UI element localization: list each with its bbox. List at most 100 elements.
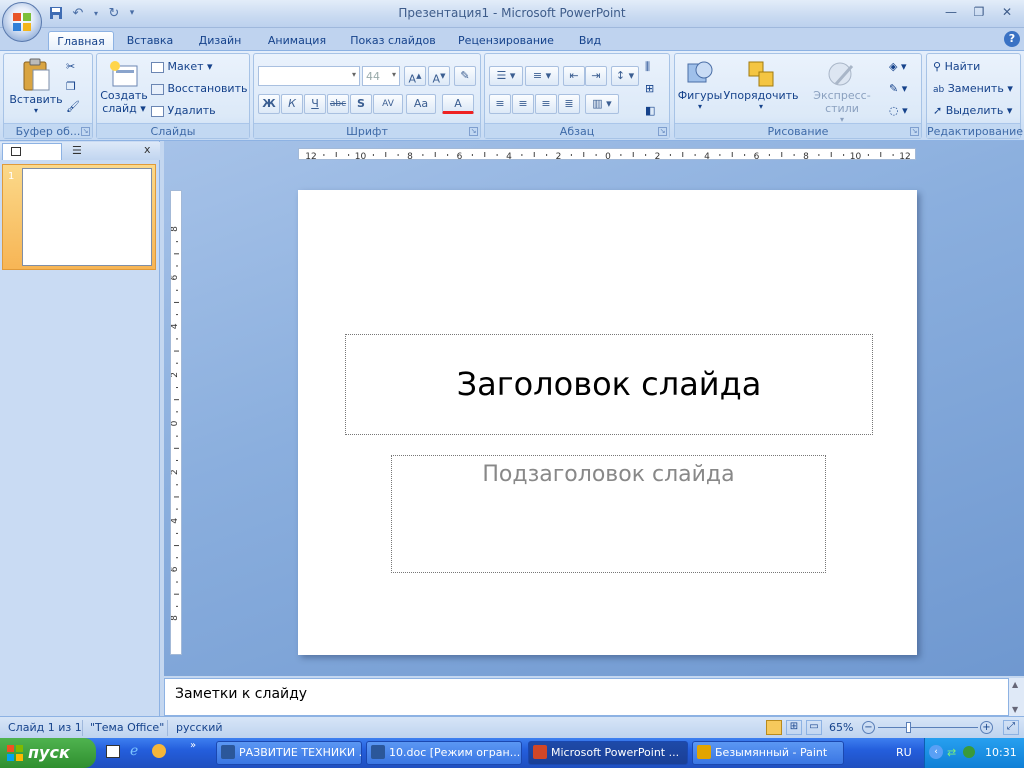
cut-icon[interactable]: ✂ [66,58,75,76]
align-text-icon[interactable]: ⊞ [645,80,654,98]
keyboard-language[interactable]: RU [896,746,912,759]
close-pane-icon[interactable]: x [144,143,151,156]
taskbar-item-word-1[interactable]: РАЗВИТИЕ ТЕХНИКИ ... [216,741,362,765]
grow-font-button[interactable]: A▲ [404,66,426,86]
text-direction-icon[interactable]: ⫼ [645,58,650,76]
network-icon[interactable]: ⇄ [947,746,956,759]
drawing-launcher-icon[interactable]: ↘ [910,127,919,136]
align-left-button[interactable]: ≡ [489,94,511,114]
paste-button[interactable]: Вставить ▾ [8,58,64,115]
align-center-button[interactable]: ≡ [512,94,534,114]
show-desktop-icon[interactable] [106,745,120,758]
layout-button[interactable]: Макет ▾ [151,58,213,76]
change-case-button[interactable]: Aa [406,94,436,114]
columns-button[interactable]: ▥ ▾ [585,94,619,114]
reset-button[interactable]: Восстановить [151,80,247,98]
zoom-slider-thumb[interactable] [906,722,911,733]
slideshow-view-icon[interactable]: ▭ [806,720,822,735]
line-spacing-button[interactable]: ↕ ▾ [611,66,639,86]
shape-fill-icon[interactable]: ◈ ▾ [889,58,906,76]
tab-review[interactable]: Рецензирование [452,31,560,50]
char-spacing-button[interactable]: AV [373,94,403,114]
tab-slideshow[interactable]: Показ слайдов [344,31,442,50]
arrange-button[interactable]: Упорядочить ▾ [723,58,799,111]
replace-button[interactable]: ab Заменить ▾ [933,80,1013,98]
select-button[interactable]: ➚ Выделить ▾ [933,102,1012,120]
taskbar-item-label: Microsoft PowerPoint ... [551,746,680,759]
start-button[interactable]: пуск [0,738,96,768]
strikethrough-button[interactable]: abc [327,94,349,114]
ruler-tick-mark [781,152,783,157]
bold-button[interactable]: Ж [258,94,280,114]
tab-home[interactable]: Главная [48,31,114,50]
shape-outline-icon[interactable]: ✎ ▾ [889,80,907,98]
normal-view-icon[interactable] [766,720,782,735]
tab-insert[interactable]: Вставка [120,31,180,50]
font-name-combo[interactable]: ▾ [258,66,360,86]
quick-styles-button[interactable]: Экспресс-стили ▾ [799,58,885,124]
ruler-tick-label: 4 [171,518,180,524]
bullets-button[interactable]: ☰ ▾ [489,66,523,86]
shape-effects-icon[interactable]: ◌ ▾ [889,102,908,120]
scroll-down-icon[interactable]: ▼ [1012,705,1018,714]
ruler-tick-mark [176,581,178,583]
tab-animation[interactable]: Анимация [262,31,332,50]
new-slide-button[interactable]: Создать слайд ▾ [99,58,149,115]
taskbar-item-word-2[interactable]: 10.doc [Режим огран... [366,741,522,765]
tab-slides-thumbnails[interactable] [2,143,62,160]
zoom-in-icon[interactable]: + [980,721,993,734]
shadow-button[interactable]: S [350,94,372,114]
media-player-icon[interactable] [152,744,166,758]
align-right-button[interactable]: ≡ [535,94,557,114]
ruler-tick-mark [583,152,585,157]
language-indicator[interactable]: русский [176,721,223,734]
notes-scrollbar[interactable]: ▲ ▼ [1009,678,1024,716]
start-label: пуск [28,743,70,762]
binoculars-icon: ⚲ [933,60,942,73]
justify-button[interactable]: ≣ [558,94,580,114]
underline-button[interactable]: Ч [304,94,326,114]
clear-formatting-button[interactable]: ✎ [454,66,476,86]
font-launcher-icon[interactable]: ↘ [469,127,478,136]
close-button[interactable]: ✕ [994,3,1020,21]
tab-design[interactable]: Дизайн [190,31,250,50]
find-button[interactable]: ⚲ Найти [933,58,980,76]
clipboard-launcher-icon[interactable]: ↘ [81,127,90,136]
numbering-button[interactable]: ≡ ▾ [525,66,559,86]
fit-to-window-icon[interactable]: ⤢ [1003,720,1019,735]
italic-button[interactable]: К [281,94,303,114]
font-color-button[interactable]: A [442,94,474,114]
tray-expand-icon[interactable]: ‹ [929,745,943,759]
tray-app-icon[interactable] [963,746,975,758]
ruler-tick-label: 4 [704,152,710,161]
minimize-button[interactable]: — [938,3,964,21]
paragraph-launcher-icon[interactable]: ↘ [658,127,667,136]
office-button[interactable] [2,2,42,42]
zoom-out-icon[interactable]: − [862,721,875,734]
smartart-icon[interactable]: ◧ [645,102,655,120]
clock[interactable]: 10:31 [985,746,1017,759]
copy-icon[interactable]: ❐ [66,78,76,96]
zoom-level[interactable]: 65% [829,721,853,734]
restore-button[interactable]: ❐ [966,3,992,21]
increase-indent-button[interactable]: ⇥ [585,66,607,86]
scroll-up-icon[interactable]: ▲ [1012,680,1018,689]
zoom-slider-track[interactable] [878,722,978,733]
shapes-button[interactable]: Фигуры ▾ [677,58,723,111]
slide-thumbnail[interactable] [22,168,152,266]
slide-sorter-view-icon[interactable]: ⊞ [786,720,802,735]
tab-view[interactable]: Вид [570,31,610,50]
decrease-indent-button[interactable]: ⇤ [563,66,585,86]
taskbar-item-paint[interactable]: Безымянный - Paint [692,741,844,765]
taskbar-item-powerpoint[interactable]: Microsoft PowerPoint ... [528,741,688,765]
font-size-combo[interactable]: 44 ▾ [362,66,400,86]
format-painter-icon[interactable]: 🖌 [66,98,80,116]
title-placeholder[interactable]: Заголовок слайда [345,334,873,435]
internet-explorer-icon[interactable]: ℯ [130,743,138,759]
delete-slide-button[interactable]: Удалить [151,102,216,120]
shrink-font-button[interactable]: A▼ [428,66,450,86]
subtitle-placeholder[interactable]: Подзаголовок слайда [391,455,826,573]
tab-outline[interactable]: ☰ [66,143,126,160]
help-icon[interactable]: ? [1004,31,1020,47]
quicklaunch-expand-icon[interactable]: » [190,740,196,751]
